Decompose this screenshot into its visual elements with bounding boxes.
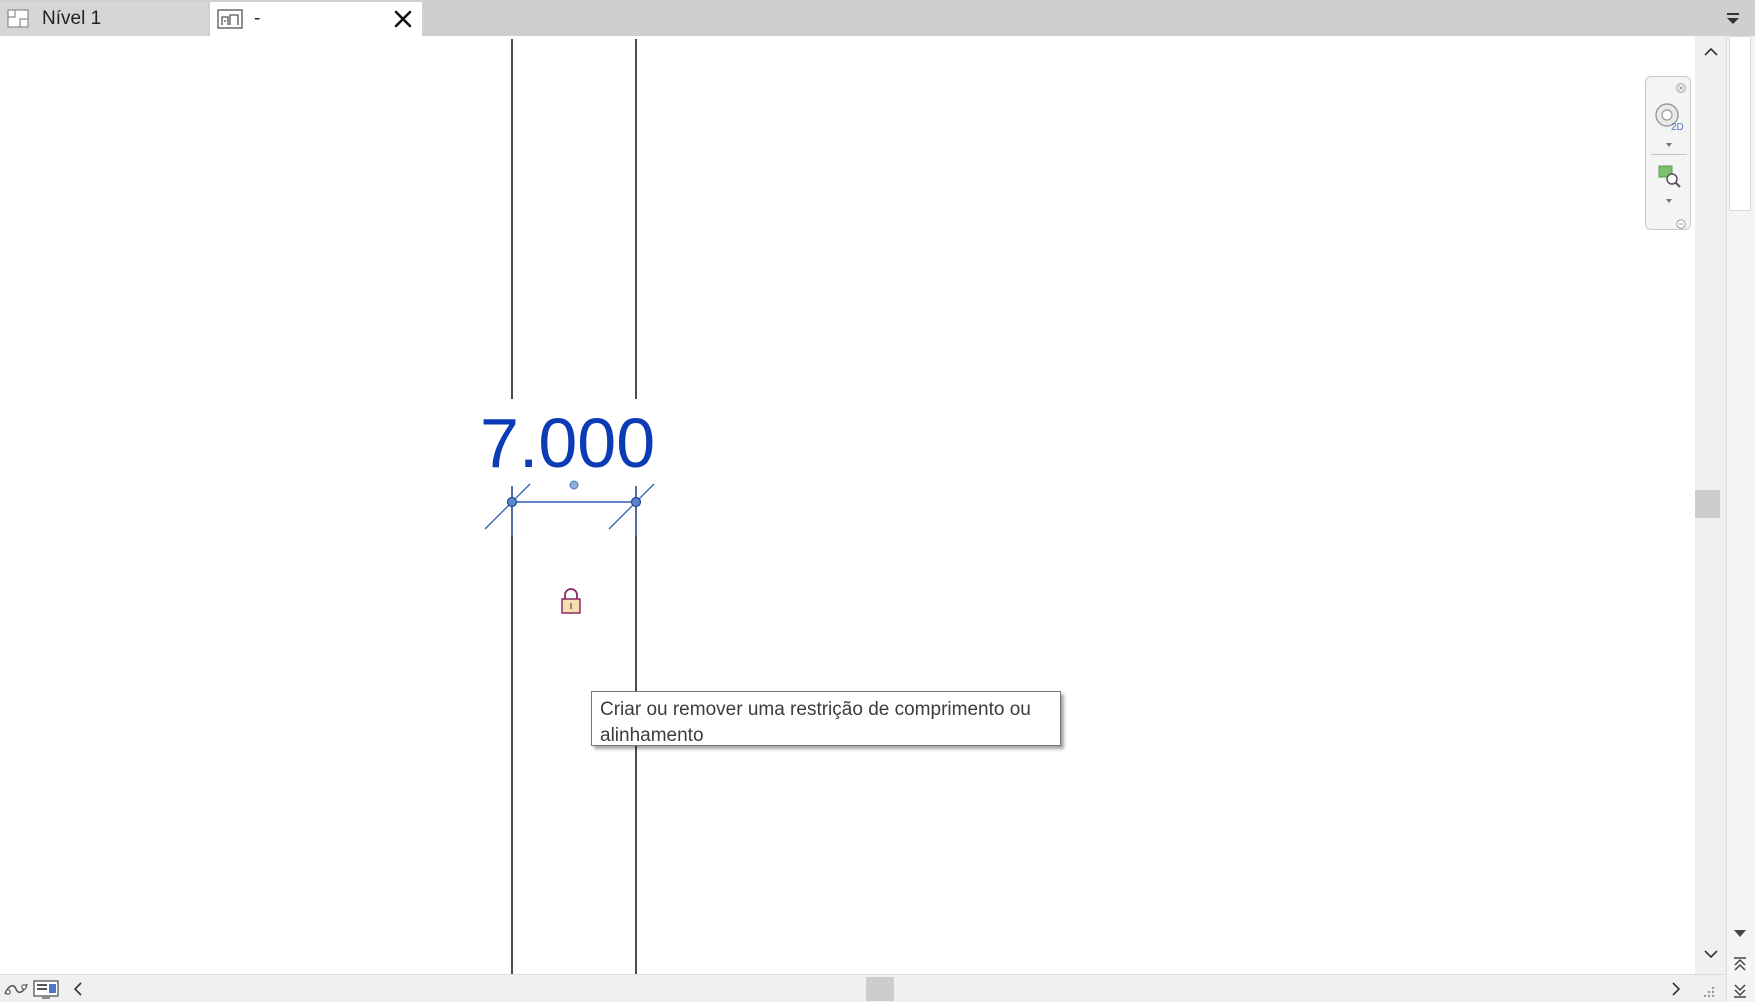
chevron-down-icon[interactable] xyxy=(1663,193,1675,203)
lock-icon xyxy=(561,588,581,614)
scrollbar-thumb[interactable] xyxy=(1729,36,1751,211)
zoom-region-icon[interactable] xyxy=(1656,163,1682,189)
tab-label: - xyxy=(254,8,261,29)
dimension-tick-right xyxy=(608,483,655,530)
dimension-tick-left xyxy=(484,483,531,530)
scroll-down-icon[interactable] xyxy=(1732,926,1748,940)
dimension-grip-left xyxy=(506,496,518,508)
dimension-value[interactable]: 7.000 xyxy=(480,403,655,483)
elevation-view-icon xyxy=(216,8,244,30)
tab-label: Nível 1 xyxy=(42,8,102,29)
tab-nivel-1[interactable]: Nível 1 xyxy=(0,2,208,36)
drawing-canvas[interactable]: 7.000 Criar ou remover uma restrição de … xyxy=(0,36,1695,974)
split-down-icon[interactable] xyxy=(1732,981,1748,999)
display-settings-icon[interactable] xyxy=(32,978,62,1000)
drawing-geometry xyxy=(484,39,655,974)
tabs-dropdown-icon[interactable] xyxy=(1725,10,1741,26)
horizontal-scrollbar-thumb[interactable] xyxy=(866,977,894,1001)
lock-tooltip: Criar ou remover uma restrição de compri… xyxy=(591,691,1061,746)
scrollbar-thumb[interactable] xyxy=(1695,490,1720,518)
svg-text:2D: 2D xyxy=(1671,122,1684,133)
dimension-grip-right xyxy=(630,496,642,508)
close-icon[interactable] xyxy=(390,5,416,33)
floor-plan-icon xyxy=(4,8,32,30)
tab-elevation[interactable]: - xyxy=(210,2,422,36)
view-tab-bar: Nível 1 - xyxy=(0,0,1755,36)
scroll-right-icon[interactable] xyxy=(1668,980,1684,998)
2d-steering-wheel-icon[interactable]: 2D xyxy=(1653,101,1685,133)
options-icon[interactable] xyxy=(1676,216,1686,229)
chevron-down-icon[interactable] xyxy=(1663,137,1675,147)
scroll-left-icon[interactable] xyxy=(70,980,86,998)
navigation-bar: 2D xyxy=(1645,76,1691,230)
link-icon[interactable] xyxy=(2,978,30,1000)
scroll-down-icon[interactable] xyxy=(1701,946,1721,962)
close-icon[interactable] xyxy=(1676,80,1686,93)
divider xyxy=(1651,154,1687,155)
vertical-scrollbar[interactable] xyxy=(1695,36,1726,974)
split-up-icon[interactable] xyxy=(1732,956,1748,974)
scroll-up-icon[interactable] xyxy=(1701,44,1721,60)
view-control-bar xyxy=(0,974,1726,1002)
outer-vertical-scrollbar[interactable] xyxy=(1726,36,1755,1002)
resize-grip-icon[interactable] xyxy=(1700,983,1716,999)
